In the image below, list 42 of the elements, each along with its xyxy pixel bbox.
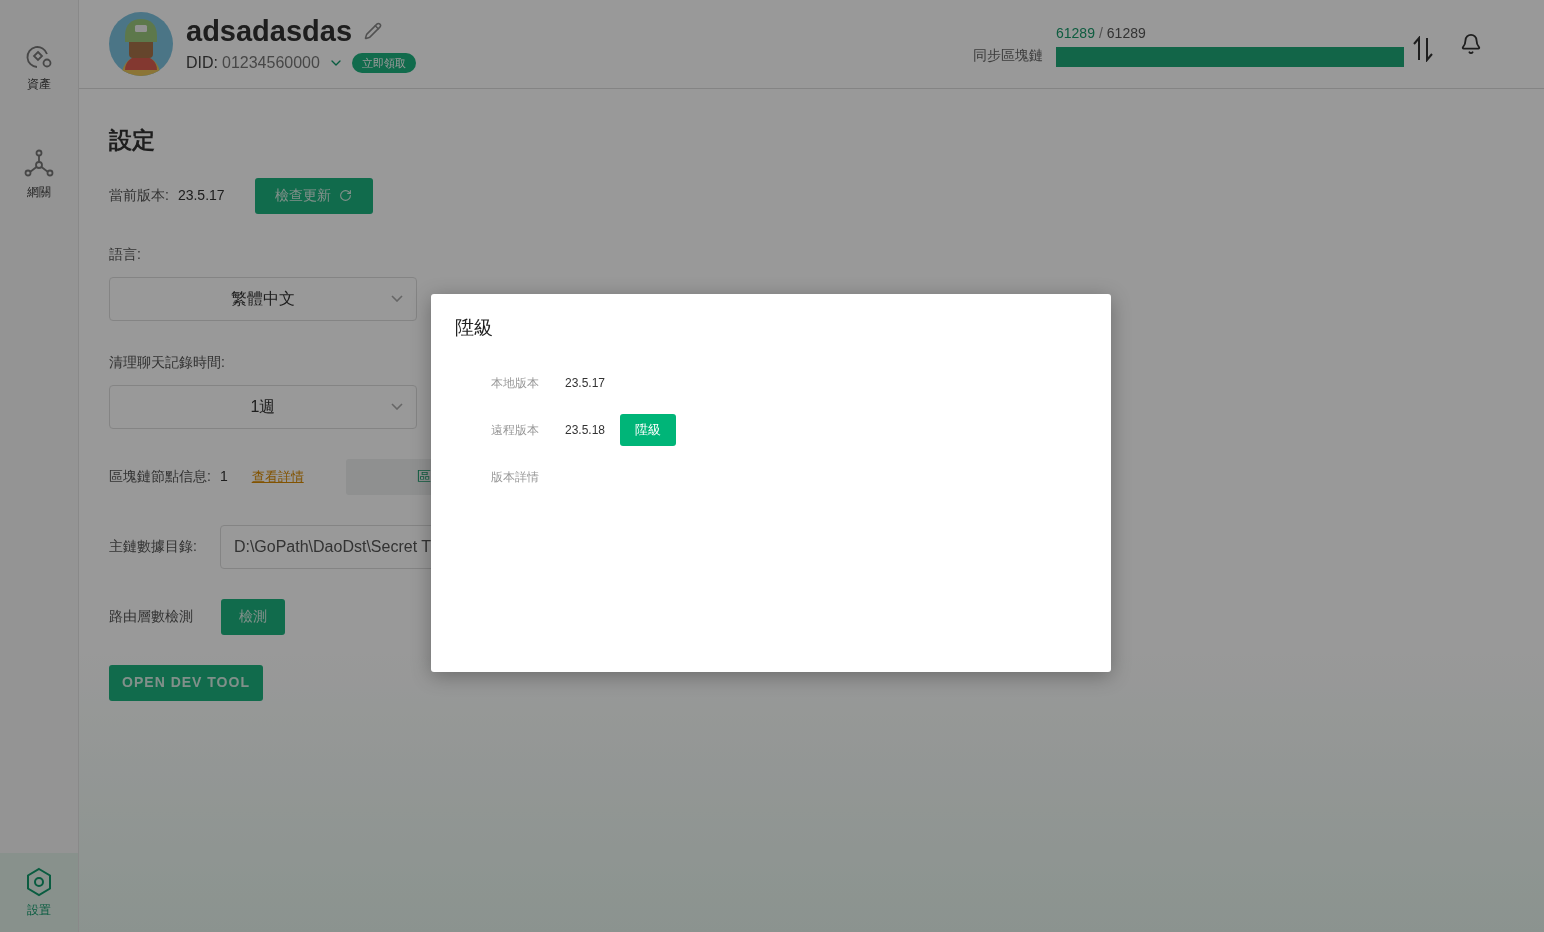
clear-chat-label: 清理聊天記錄時間: (109, 352, 225, 372)
did-label: DID: (186, 53, 218, 73)
data-dir-label: 主鏈數據目錄: (109, 537, 197, 556)
sidebar-item[interactable]: 資產 (0, 28, 78, 107)
sync-separator: / (1098, 24, 1103, 43)
transfer-icon[interactable] (1412, 36, 1434, 62)
refresh-icon (339, 189, 353, 202)
route-check-button[interactable]: 檢測 (221, 598, 285, 635)
details-link[interactable]: 查看詳情 (251, 466, 304, 487)
dialog-row-label: 本地版本 (491, 374, 540, 392)
sidebar-item[interactable]: 網關 (0, 135, 78, 214)
page-title: 設定 (109, 126, 155, 155)
node-info-label: 區塊鏈節點信息: (109, 467, 211, 486)
dialog-row-value: 23.5.18 (565, 421, 606, 439)
sync-total: 61289 (1106, 24, 1146, 43)
dialog-row-label: 遠程版本 (491, 421, 540, 439)
language-label: 語言: (109, 244, 141, 264)
open-dev-tool-button[interactable]: OPEN DEV TOOL (109, 664, 263, 701)
clear-chat-select[interactable]: 1週 (109, 384, 417, 429)
dialog-row-label: 版本詳情 (491, 468, 540, 486)
dialog-title: 陞級 (455, 316, 494, 340)
claim-badge[interactable]: 立即領取 (351, 52, 416, 74)
dialog-row-value: 23.5.17 (565, 374, 606, 392)
language-select[interactable]: 繁體中文 (109, 276, 417, 321)
chevron-icon (391, 295, 403, 302)
edit-icon[interactable] (364, 22, 383, 40)
version-label: 當前版本: (109, 186, 169, 205)
did-value: 01234560000 (222, 53, 320, 73)
chevron-icon (391, 403, 403, 410)
node-count: 1 (219, 467, 228, 486)
notification-icon[interactable] (1460, 33, 1482, 55)
check-update-button[interactable]: 檢查更新 (254, 177, 373, 214)
sync-label: 同步區塊鏈 (973, 45, 1043, 65)
node-status-text: 區 (416, 467, 431, 486)
route-check-label: 路由層數檢測 (109, 607, 193, 626)
version-value: 23.5.17 (177, 186, 225, 205)
username: adsadasdas (186, 14, 353, 49)
sidebar-item[interactable]: 設置 (0, 853, 78, 932)
sync-current: 61289 (1056, 24, 1095, 43)
settings-icon (25, 866, 53, 897)
upgrade-button[interactable]: 陞級 (620, 413, 677, 446)
network-icon (24, 148, 54, 179)
